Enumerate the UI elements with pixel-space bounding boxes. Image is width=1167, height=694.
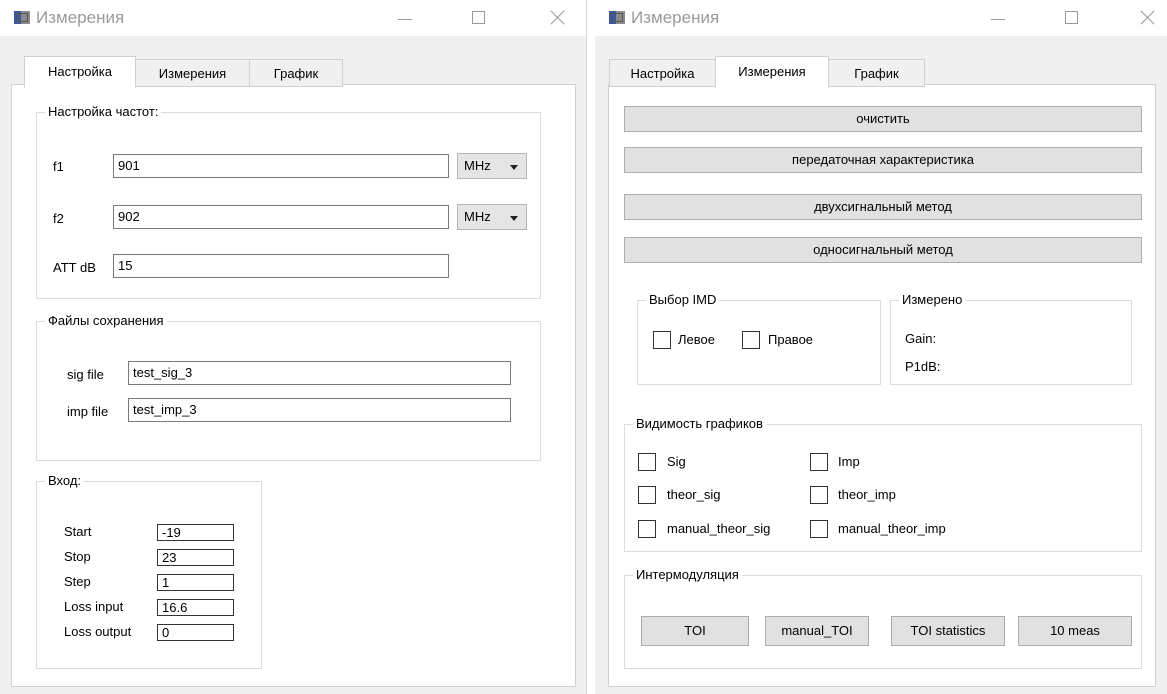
tab-panel-measurements: очистить передаточная характеристика дву… [608, 84, 1156, 687]
group-title: Настройка частот: [45, 104, 162, 119]
att-input[interactable]: 15 [113, 254, 449, 278]
theor-sig-label: theor_sig [667, 487, 721, 502]
sig-checkbox[interactable] [638, 453, 656, 471]
right-imd-checkbox[interactable] [742, 331, 760, 349]
frequency-group: Настройка частот: f1 901 MHz f2 902 MHz … [36, 104, 541, 299]
start-label: Start [64, 524, 92, 539]
group-title: Файлы сохранения [45, 313, 167, 328]
transfer-characteristic-button[interactable]: передаточная характеристика [624, 147, 1142, 173]
f2-label: f2 [53, 211, 64, 226]
f2-input[interactable]: 902 [113, 205, 449, 229]
f1-unit-select[interactable]: MHz [457, 153, 527, 179]
stop-label: Stop [64, 549, 91, 564]
step-input[interactable]: 1 [157, 574, 234, 591]
right-imd-label: Правое [768, 332, 814, 347]
graph-visibility-group: Видимость графиков Sig Imp theor_sig the… [624, 416, 1142, 552]
group-title: Видимость графиков [633, 416, 766, 431]
chevron-down-icon [510, 165, 518, 170]
close-icon[interactable] [544, 5, 570, 31]
title-bar[interactable]: Измерения [0, 0, 586, 36]
tab-settings[interactable]: Настройка [609, 59, 716, 87]
minimize-icon[interactable] [392, 5, 418, 31]
group-title: Измерено [899, 292, 966, 307]
app-icon [609, 11, 625, 24]
ten-meas-button[interactable]: 10 meas [1018, 616, 1132, 646]
p1db-label: P1dB: [905, 359, 941, 374]
title-bar[interactable]: Измерения [595, 0, 1167, 36]
minimize-icon[interactable] [985, 5, 1011, 31]
stop-input[interactable]: 23 [157, 549, 234, 566]
two-signal-method-button[interactable]: двухсигнальный метод [624, 194, 1142, 220]
manual-toi-button[interactable]: manual_TOI [765, 616, 869, 646]
f1-label: f1 [53, 159, 64, 174]
toi-statistics-button[interactable]: TOI statistics [891, 616, 1005, 646]
tab-measurements[interactable]: Измерения [135, 59, 250, 87]
imp-checkbox[interactable] [810, 453, 828, 471]
tab-graph[interactable]: График [828, 59, 925, 87]
f2-unit-select[interactable]: MHz [457, 204, 527, 230]
right-window: Измерения очистить передаточная характер… [595, 0, 1167, 694]
manual-theor-sig-checkbox[interactable] [638, 520, 656, 538]
close-icon[interactable] [1134, 5, 1160, 31]
imp-file-label: imp file [67, 404, 109, 419]
one-signal-method-button[interactable]: односигнальный метод [624, 237, 1142, 263]
imp-label: Imp [838, 454, 860, 469]
clear-button[interactable]: очистить [624, 106, 1142, 132]
f1-input[interactable]: 901 [113, 154, 449, 178]
window-title: Измерения [631, 8, 720, 27]
loss-input-label: Loss input [64, 599, 124, 614]
maximize-icon[interactable] [466, 5, 492, 31]
window-title: Измерения [36, 8, 125, 27]
sig-file-label: sig file [67, 367, 104, 382]
gain-label: Gain: [905, 331, 937, 346]
imd-selection-group: Выбор IMD Левое Правое [637, 292, 881, 385]
manual-theor-sig-label: manual_theor_sig [667, 521, 771, 536]
chevron-down-icon [510, 216, 518, 221]
left-imd-checkbox[interactable] [653, 331, 671, 349]
loss-output-input[interactable]: 0 [157, 624, 234, 641]
start-input[interactable]: -19 [157, 524, 234, 541]
att-label: ATT dB [53, 260, 96, 275]
sig-file-input[interactable]: test_sig_3 [128, 361, 511, 385]
group-title: Интермодуляция [633, 567, 742, 582]
maximize-icon[interactable] [1059, 5, 1085, 31]
intermodulation-group: Интермодуляция TOI manual_TOI TOI statis… [624, 567, 1142, 669]
measured-group: Измерено Gain: P1dB: [890, 292, 1132, 385]
theor-sig-checkbox[interactable] [638, 486, 656, 504]
manual-theor-imp-label: manual_theor_imp [838, 521, 946, 536]
step-label: Step [64, 574, 91, 589]
left-imd-label: Левое [678, 332, 715, 347]
tab-settings[interactable]: Настройка [24, 56, 136, 88]
theor-imp-label: theor_imp [838, 487, 896, 502]
group-title: Выбор IMD [646, 292, 720, 307]
f2-unit-value: MHz [464, 209, 491, 224]
app-icon [14, 11, 30, 24]
tab-panel-settings: Настройка частот: f1 901 MHz f2 902 MHz … [11, 84, 576, 687]
manual-theor-imp-checkbox[interactable] [810, 520, 828, 538]
left-window: Измерения Настройка частот: f1 901 MHz f… [0, 0, 587, 694]
tab-graph[interactable]: График [249, 59, 343, 87]
theor-imp-checkbox[interactable] [810, 486, 828, 504]
f1-unit-value: MHz [464, 158, 491, 173]
window-gap [586, 0, 595, 694]
files-group: Файлы сохранения sig file test_sig_3 imp… [36, 313, 541, 461]
sig-label: Sig [667, 454, 686, 469]
loss-input-input[interactable]: 16.6 [157, 599, 234, 616]
loss-output-label: Loss output [64, 624, 132, 639]
group-title: Вход: [45, 473, 85, 488]
input-group: Вход: Start -19 Stop 23 Step 1 Loss inpu… [36, 473, 262, 669]
tab-measurements[interactable]: Измерения [715, 56, 829, 88]
imp-file-input[interactable]: test_imp_3 [128, 398, 511, 422]
toi-button[interactable]: TOI [641, 616, 749, 646]
